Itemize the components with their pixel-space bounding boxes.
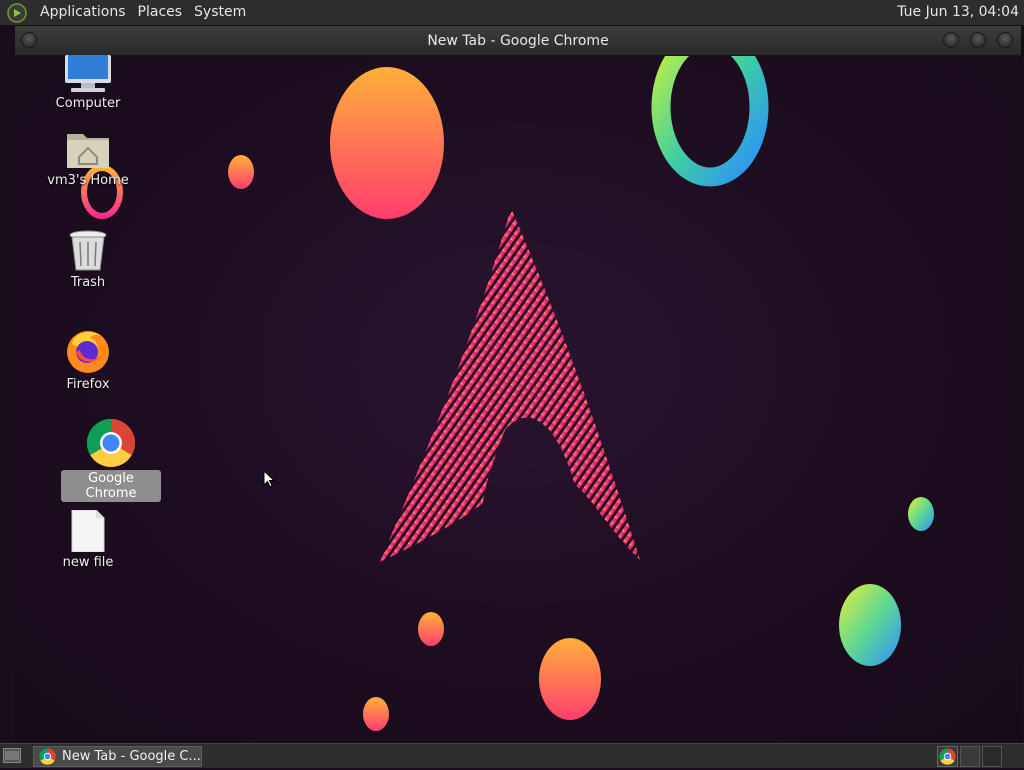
window-titlebar[interactable]: New Tab - Google Chrome xyxy=(15,26,1021,56)
taskbar-item-label: New Tab - Google C... xyxy=(62,749,201,764)
taskbar-chrome-window[interactable]: New Tab - Google C... xyxy=(33,746,202,767)
file-icon xyxy=(71,510,105,552)
mouse-cursor-icon xyxy=(263,470,275,488)
minimize-button[interactable] xyxy=(943,32,959,48)
computer-icon xyxy=(65,55,111,92)
desktop-icon-label: Trash xyxy=(70,275,106,290)
workspace-switcher-2[interactable] xyxy=(982,746,1002,767)
close-button[interactable] xyxy=(997,32,1013,48)
top-panel: Applications Places System Tue Jun 13, 0… xyxy=(0,0,1024,25)
desktop-icon-computer[interactable]: Computer xyxy=(38,55,138,112)
home-folder-icon xyxy=(67,134,109,168)
desktop-icon-chrome[interactable]: Google Chrome xyxy=(61,418,161,502)
chrome-icon xyxy=(939,748,956,765)
tray-chrome-launcher[interactable] xyxy=(937,746,958,767)
trash-icon xyxy=(69,230,107,271)
menu-places[interactable]: Places xyxy=(132,0,189,25)
chrome-window[interactable]: New Tab - Google Chrome xyxy=(14,25,1022,743)
firefox-icon xyxy=(67,331,109,373)
desktop-icon-trash[interactable]: Trash xyxy=(38,230,138,291)
desktop-icon-new-file[interactable]: new file xyxy=(38,510,138,571)
workspace-switcher-1[interactable] xyxy=(960,746,980,767)
menu-applications[interactable]: Applications xyxy=(34,0,132,25)
show-desktop-icon[interactable] xyxy=(3,748,21,763)
menu-system[interactable]: System xyxy=(188,0,252,25)
bottom-panel: New Tab - Google C... xyxy=(0,743,1024,768)
desktop-icon-home[interactable]: vm3's Home xyxy=(38,130,138,189)
desktop-icon-label: Firefox xyxy=(66,377,110,392)
desktop-icon-label: Computer xyxy=(55,96,121,111)
window-title: New Tab - Google Chrome xyxy=(427,33,609,49)
chrome-icon xyxy=(39,748,56,765)
mate-logo-icon[interactable] xyxy=(7,2,27,23)
chrome-icon xyxy=(86,419,136,468)
clock[interactable]: Tue Jun 13, 04:04 xyxy=(897,0,1019,25)
desktop-icon-firefox[interactable]: Firefox xyxy=(38,326,138,393)
maximize-button[interactable] xyxy=(970,32,986,48)
desktop-icon-label: vm3's Home xyxy=(47,173,129,188)
desktop-icon-label: Google Chrome xyxy=(61,470,161,502)
window-menu-button[interactable] xyxy=(21,32,37,48)
desktop-icon-label: new file xyxy=(62,555,114,570)
